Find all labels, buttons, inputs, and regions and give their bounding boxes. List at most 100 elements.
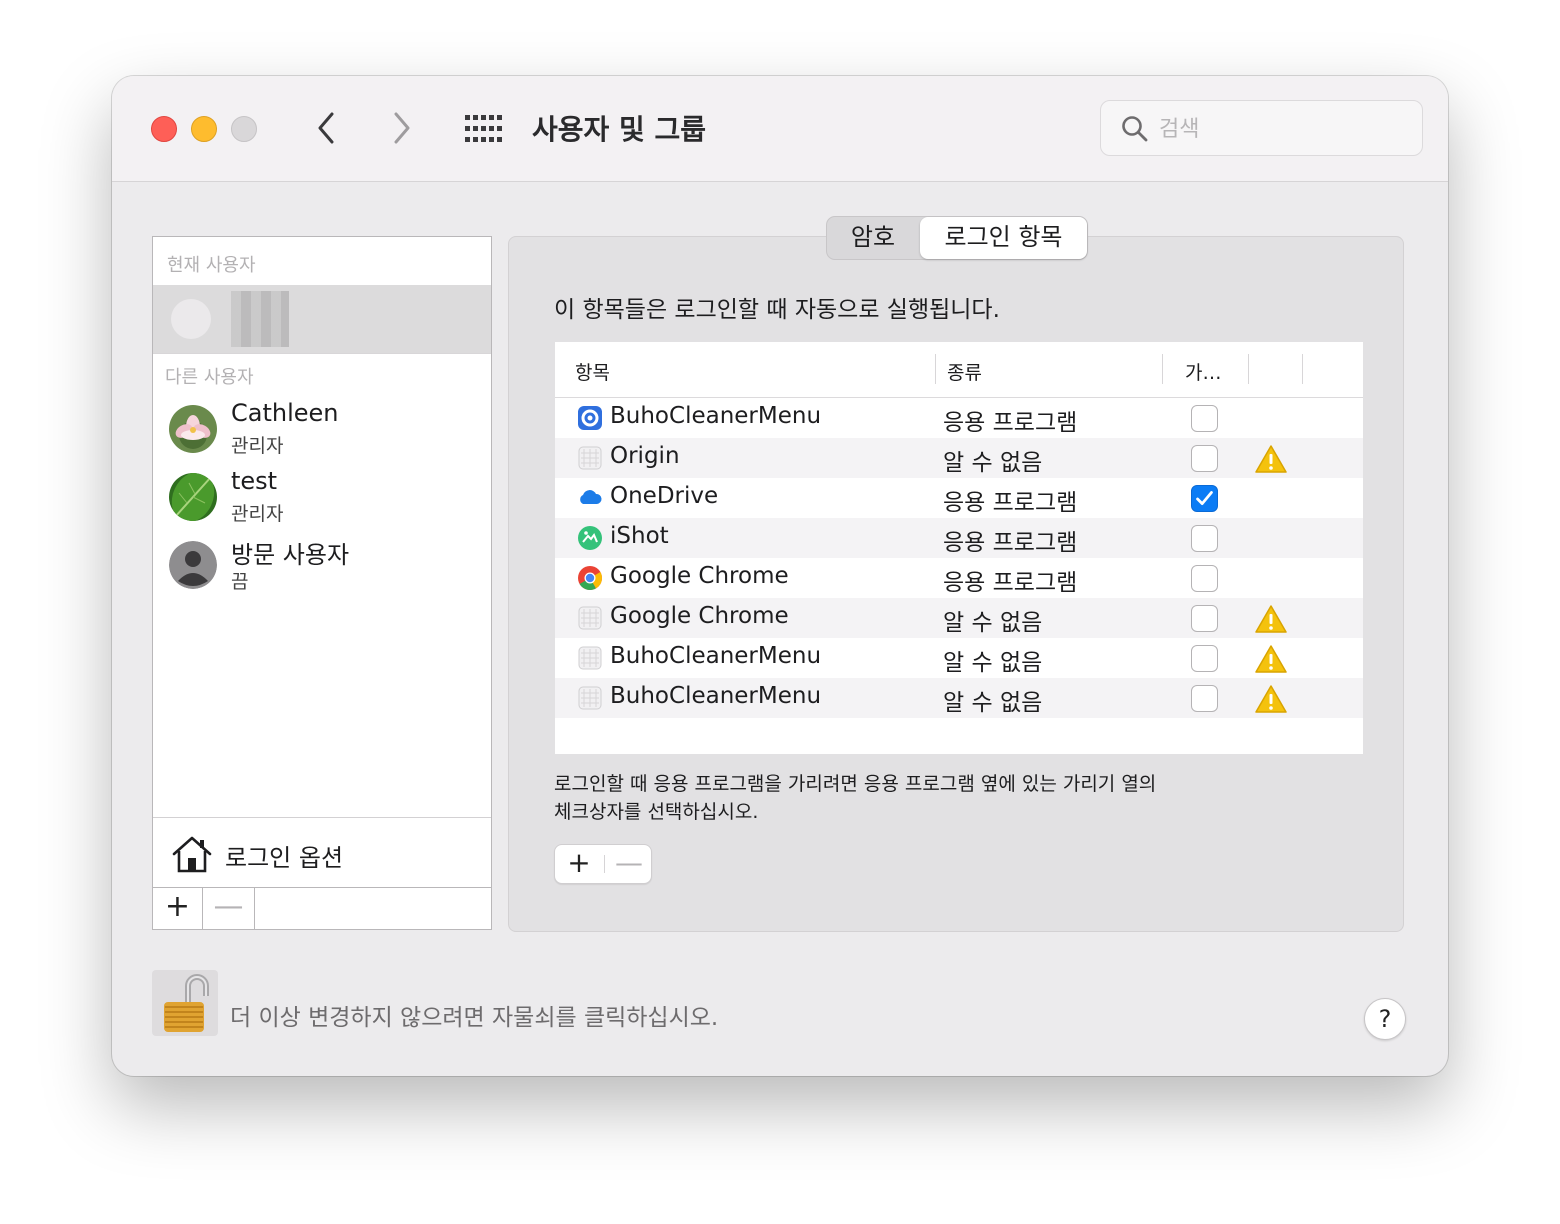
- search-icon: [1122, 116, 1148, 142]
- user-row-guest[interactable]: 방문 사용자 끔: [169, 535, 479, 599]
- user-add-remove-bar: + —: [153, 887, 491, 929]
- hide-hint-text: 로그인할 때 응용 프로그램을 가리려면 응용 프로그램 옆에 있는 가리기 열…: [554, 770, 1254, 826]
- hide-checkbox[interactable]: [1191, 645, 1218, 672]
- chrome-icon: [577, 565, 603, 591]
- warning-icon: [1255, 644, 1287, 674]
- column-separator: [1302, 354, 1303, 384]
- user-row-test[interactable]: test 관리자: [169, 467, 479, 531]
- add-user-button[interactable]: +: [153, 888, 203, 929]
- hide-checkbox[interactable]: [1191, 565, 1218, 592]
- login-items-table: 항목 종류 가… BuhoCleanerMenu 응용 프로그램 Origin 알 수…: [555, 342, 1363, 754]
- remove-login-item-button[interactable]: —: [605, 845, 653, 883]
- current-user-row[interactable]: [153, 285, 491, 353]
- table-row[interactable]: BuhoCleanerMenu 알 수 없음: [555, 638, 1363, 678]
- generic-app-icon: [577, 445, 603, 471]
- buhocleaner-icon: [577, 405, 603, 431]
- login-options-label: 로그인 옵션: [225, 844, 344, 872]
- item-name: BuhoCleanerMenu: [610, 683, 822, 709]
- current-users-header: 현재 사용자: [167, 255, 256, 276]
- table-row[interactable]: BuhoCleanerMenu 응용 프로그램: [555, 398, 1363, 438]
- hint-line: 로그인할 때 응용 프로그램을 가리려면 응용 프로그램 옆에 있는 가리기 열…: [554, 773, 1157, 795]
- login-items-add-remove: + —: [554, 844, 652, 884]
- table-row[interactable]: Google Chrome 알 수 없음: [555, 598, 1363, 638]
- item-kind: 응용 프로그램: [943, 410, 1078, 436]
- table-row[interactable]: Google Chrome 응용 프로그램: [555, 558, 1363, 598]
- table-row[interactable]: BuhoCleanerMenu 알 수 없음: [555, 678, 1363, 718]
- item-kind: 알 수 없음: [943, 450, 1043, 476]
- login-items-description: 이 항목들은 로그인할 때 자동으로 실행됩니다.: [554, 297, 1000, 323]
- table-header: 항목 종류 가…: [555, 342, 1363, 398]
- ishot-icon: [577, 525, 603, 551]
- forward-button[interactable]: [386, 110, 418, 146]
- item-name: OneDrive: [610, 483, 719, 509]
- column-separator: [935, 354, 936, 384]
- add-login-item-button[interactable]: +: [555, 845, 603, 883]
- tab-login-items[interactable]: 로그인 항목: [920, 217, 1087, 259]
- avatar: [171, 299, 211, 339]
- user-name: test: [231, 467, 278, 495]
- generic-app-icon: [577, 645, 603, 671]
- redacted-user-name: [231, 291, 289, 347]
- unlocked-padlock-icon: [152, 970, 218, 1036]
- close-button[interactable]: [151, 116, 177, 142]
- minimize-button[interactable]: [191, 116, 217, 142]
- generic-person-avatar: [169, 541, 217, 589]
- divider: [153, 353, 491, 354]
- user-name: 방문 사용자: [231, 541, 350, 569]
- item-name: Google Chrome: [610, 603, 789, 629]
- hide-checkbox[interactable]: [1191, 685, 1218, 712]
- user-row-cathleen[interactable]: Cathleen 관리자: [169, 399, 479, 463]
- user-role: 관리자: [231, 503, 284, 525]
- tab-password[interactable]: 암호: [827, 217, 919, 259]
- item-name: BuhoCleanerMenu: [610, 643, 822, 669]
- item-kind: 응용 프로그램: [943, 570, 1078, 596]
- hide-checkbox[interactable]: [1191, 485, 1218, 512]
- login-options-item[interactable]: 로그인 옵션: [153, 817, 491, 887]
- hide-checkbox[interactable]: [1191, 525, 1218, 552]
- column-separator: [1162, 354, 1163, 384]
- title-bar: 사용자 및 그룹: [112, 76, 1448, 182]
- item-kind: 알 수 없음: [943, 610, 1043, 636]
- column-header-item[interactable]: 항목: [575, 358, 610, 385]
- item-name: BuhoCleanerMenu: [610, 403, 822, 429]
- generic-app-icon: [577, 685, 603, 711]
- item-kind: 알 수 없음: [943, 650, 1043, 676]
- hide-checkbox[interactable]: [1191, 405, 1218, 432]
- users-sidebar: 현재 사용자 다른 사용자 Cathleen 관리자 test 관리자 방문 사…: [152, 236, 492, 930]
- help-button[interactable]: ?: [1364, 998, 1406, 1040]
- chevron-right-icon: [394, 112, 410, 144]
- warning-icon: [1255, 604, 1287, 634]
- user-name: Cathleen: [231, 399, 339, 427]
- remove-user-button[interactable]: —: [203, 888, 255, 929]
- other-users-header: 다른 사용자: [165, 367, 254, 388]
- window-title: 사용자 및 그룹: [532, 113, 707, 146]
- table-row[interactable]: OneDrive 응용 프로그램: [555, 478, 1363, 518]
- item-name: iShot: [610, 523, 669, 549]
- column-header-hide[interactable]: 가…: [1185, 358, 1221, 385]
- column-header-kind[interactable]: 종류: [947, 358, 982, 385]
- back-button[interactable]: [310, 110, 342, 146]
- green-leaf-avatar: [169, 473, 217, 521]
- grid-icon: [465, 115, 502, 142]
- lock-button[interactable]: [152, 970, 218, 1036]
- show-all-button[interactable]: [464, 114, 504, 144]
- warning-icon: [1255, 684, 1287, 714]
- hide-checkbox[interactable]: [1191, 445, 1218, 472]
- item-kind: 응용 프로그램: [943, 530, 1078, 556]
- search-field[interactable]: [1100, 100, 1423, 156]
- hide-checkbox[interactable]: [1191, 605, 1218, 632]
- chevron-left-icon: [318, 112, 334, 144]
- house-icon: [172, 836, 212, 873]
- item-name: Google Chrome: [610, 563, 789, 589]
- search-input[interactable]: [1159, 111, 1409, 147]
- item-kind: 알 수 없음: [943, 690, 1043, 716]
- table-row[interactable]: iShot 응용 프로그램: [555, 518, 1363, 558]
- lock-status-text: 더 이상 변경하지 않으려면 자물쇠를 클릭하십시오.: [230, 1005, 719, 1031]
- item-kind: 응용 프로그램: [943, 490, 1078, 516]
- table-row[interactable]: Origin 알 수 없음: [555, 438, 1363, 478]
- zoom-button[interactable]: [231, 116, 257, 142]
- user-role: 관리자: [231, 435, 284, 457]
- generic-app-icon: [577, 605, 603, 631]
- user-role: 끔: [231, 571, 249, 593]
- tab-bar: 암호 로그인 항목: [826, 216, 1088, 260]
